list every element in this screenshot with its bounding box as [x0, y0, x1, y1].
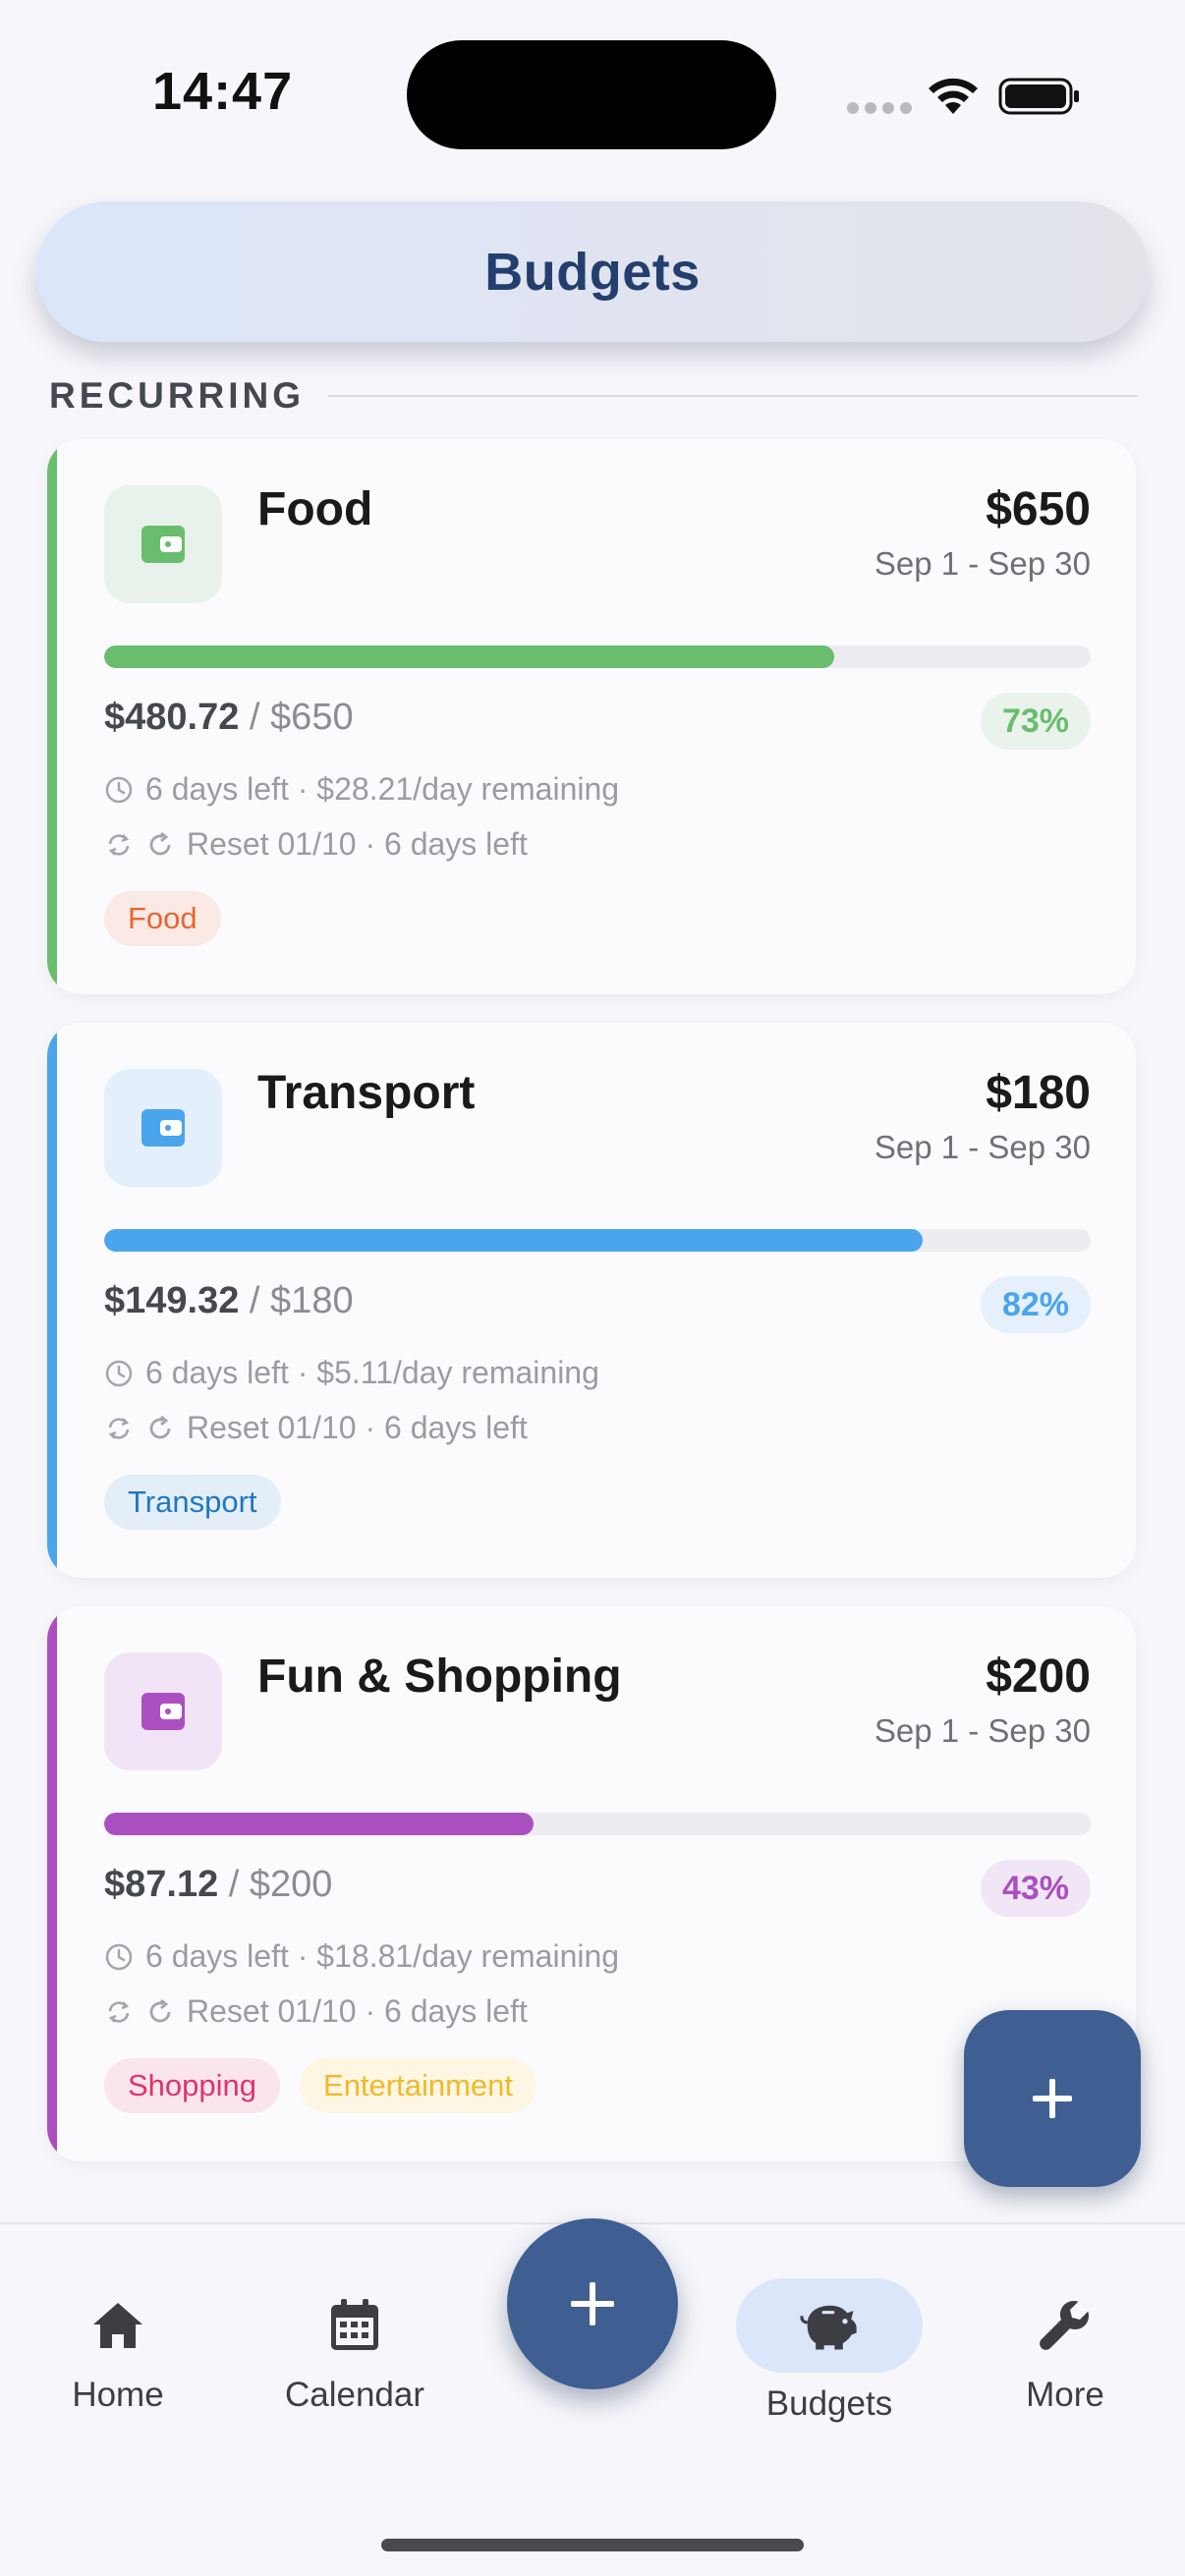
nav-active-indicator	[736, 2278, 923, 2373]
card-accent-bar	[47, 1023, 57, 1578]
budget-period: Sep 1 - Sep 30	[874, 545, 1091, 582]
days-remaining-info: 6 days left · $18.81/day remaining	[104, 1938, 619, 1975]
percent-badge: 82%	[980, 1276, 1091, 1333]
section-title: RECURRING	[49, 375, 306, 416]
reset-text: Reset 01/10 · 6 days left	[187, 1410, 528, 1445]
section-header-recurring: RECURRING	[49, 373, 1138, 419]
plus-icon	[1033, 2079, 1072, 2118]
reset-info: Reset 01/10 · 6 days left	[104, 1410, 528, 1446]
category-tags: Shopping Entertainment	[104, 2058, 537, 2113]
refresh-icon	[149, 1415, 171, 1438]
spent-summary: $87.12 / $200	[104, 1864, 332, 1906]
quick-add-button[interactable]	[507, 2218, 678, 2389]
nav-item-home[interactable]: Home	[20, 2293, 216, 2415]
category-tags: Food	[104, 891, 221, 946]
budget-limit: / $180	[239, 1280, 354, 1321]
budget-amount: $180	[986, 1067, 1091, 1119]
category-tag: Entertainment	[300, 2058, 537, 2113]
cellular-signal-icon	[847, 102, 912, 114]
budget-card[interactable]: Food $650 Sep 1 - Sep 30 $480.72 / $650 73% 6…	[47, 439, 1136, 994]
reset-text: Reset 01/10 · 6 days left	[187, 826, 528, 862]
clock-icon	[105, 1943, 133, 1970]
clock-icon	[105, 776, 133, 803]
wallet-icon	[141, 526, 185, 563]
budget-period: Sep 1 - Sep 30	[874, 1712, 1091, 1749]
nav-label-more: More	[1026, 2376, 1104, 2414]
budget-icon-box	[104, 1652, 222, 1770]
wifi-icon	[929, 78, 978, 114]
budget-progress-bar	[104, 1229, 1091, 1252]
spent-amount: $149.32	[104, 1280, 240, 1321]
spent-summary: $480.72 / $650	[104, 697, 354, 739]
plus-icon	[571, 2282, 614, 2325]
budget-name: Fun & Shopping	[257, 1651, 622, 1703]
budget-limit: / $650	[239, 697, 354, 738]
percent-badge: 43%	[980, 1860, 1091, 1917]
card-accent-bar	[47, 439, 57, 994]
calendar-icon	[331, 2299, 378, 2350]
reset-info: Reset 01/10 · 6 days left	[104, 826, 528, 863]
refresh-icon	[149, 831, 171, 855]
nav-label-calendar: Calendar	[284, 2376, 425, 2414]
nav-item-budgets[interactable]: Budgets	[731, 2278, 928, 2424]
home-icon	[93, 2303, 142, 2348]
repeat-icon	[108, 833, 130, 856]
budget-limit: / $200	[218, 1864, 333, 1905]
repeat-icon	[108, 2000, 130, 2023]
days-remaining-text: 6 days left · $5.11/day remaining	[145, 1355, 599, 1390]
category-tag: Food	[104, 891, 221, 946]
section-divider	[328, 395, 1138, 397]
card-accent-bar	[47, 1606, 57, 2161]
budget-progress-fill	[104, 1229, 924, 1252]
days-remaining-text: 6 days left · $18.81/day remaining	[145, 1938, 620, 1974]
nav-item-more[interactable]: More	[967, 2293, 1163, 2415]
header-bar: Budgets	[36, 201, 1149, 342]
dynamic-island	[407, 40, 776, 149]
reset-text: Reset 01/10 · 6 days left	[187, 1993, 528, 2029]
reset-info: Reset 01/10 · 6 days left	[104, 1993, 528, 2030]
wallet-icon	[141, 1109, 185, 1147]
budget-icon-box	[104, 1069, 222, 1187]
spent-amount: $480.72	[104, 697, 240, 738]
nav-label-budgets: Budgets	[765, 2384, 893, 2423]
page-title: Budgets	[484, 242, 701, 302]
budget-progress-bar	[104, 1813, 1091, 1835]
refresh-icon	[149, 1998, 171, 2022]
budget-progress-fill	[104, 1813, 534, 1835]
category-tags: Transport	[104, 1475, 281, 1530]
piggy-bank-icon	[800, 2305, 857, 2350]
home-indicator	[381, 2539, 804, 2551]
spent-amount: $87.12	[104, 1864, 219, 1905]
budget-progress-bar	[104, 645, 1091, 668]
nav-label-home: Home	[72, 2376, 164, 2414]
days-remaining-info: 6 days left · $28.21/day remaining	[104, 771, 619, 808]
budget-progress-fill	[104, 645, 834, 668]
add-budget-button[interactable]	[964, 2010, 1141, 2187]
budget-amount: $650	[986, 483, 1091, 535]
budget-amount: $200	[986, 1651, 1091, 1703]
days-remaining-info: 6 days left · $5.11/day remaining	[104, 1355, 599, 1391]
budget-card[interactable]: Transport $180 Sep 1 - Sep 30 $149.32 / $18…	[47, 1023, 1136, 1578]
percent-badge: 73%	[980, 693, 1091, 750]
category-tag: Shopping	[104, 2058, 281, 2113]
clock-icon	[105, 1360, 133, 1386]
wrench-icon	[1040, 2301, 1089, 2350]
budget-name: Food	[257, 483, 373, 535]
spent-summary: $149.32 / $180	[104, 1280, 354, 1322]
budget-name: Transport	[257, 1067, 476, 1119]
battery-icon	[998, 78, 1079, 115]
category-tag: Transport	[104, 1475, 281, 1530]
repeat-icon	[108, 1417, 130, 1439]
nav-item-calendar[interactable]: Calendar	[256, 2293, 453, 2415]
budget-period: Sep 1 - Sep 30	[874, 1129, 1091, 1165]
days-remaining-text: 6 days left · $28.21/day remaining	[145, 771, 620, 807]
wallet-icon	[141, 1693, 185, 1730]
status-bar: 14:47	[0, 0, 1185, 187]
status-time: 14:47	[152, 62, 294, 121]
budget-icon-box	[104, 485, 222, 603]
